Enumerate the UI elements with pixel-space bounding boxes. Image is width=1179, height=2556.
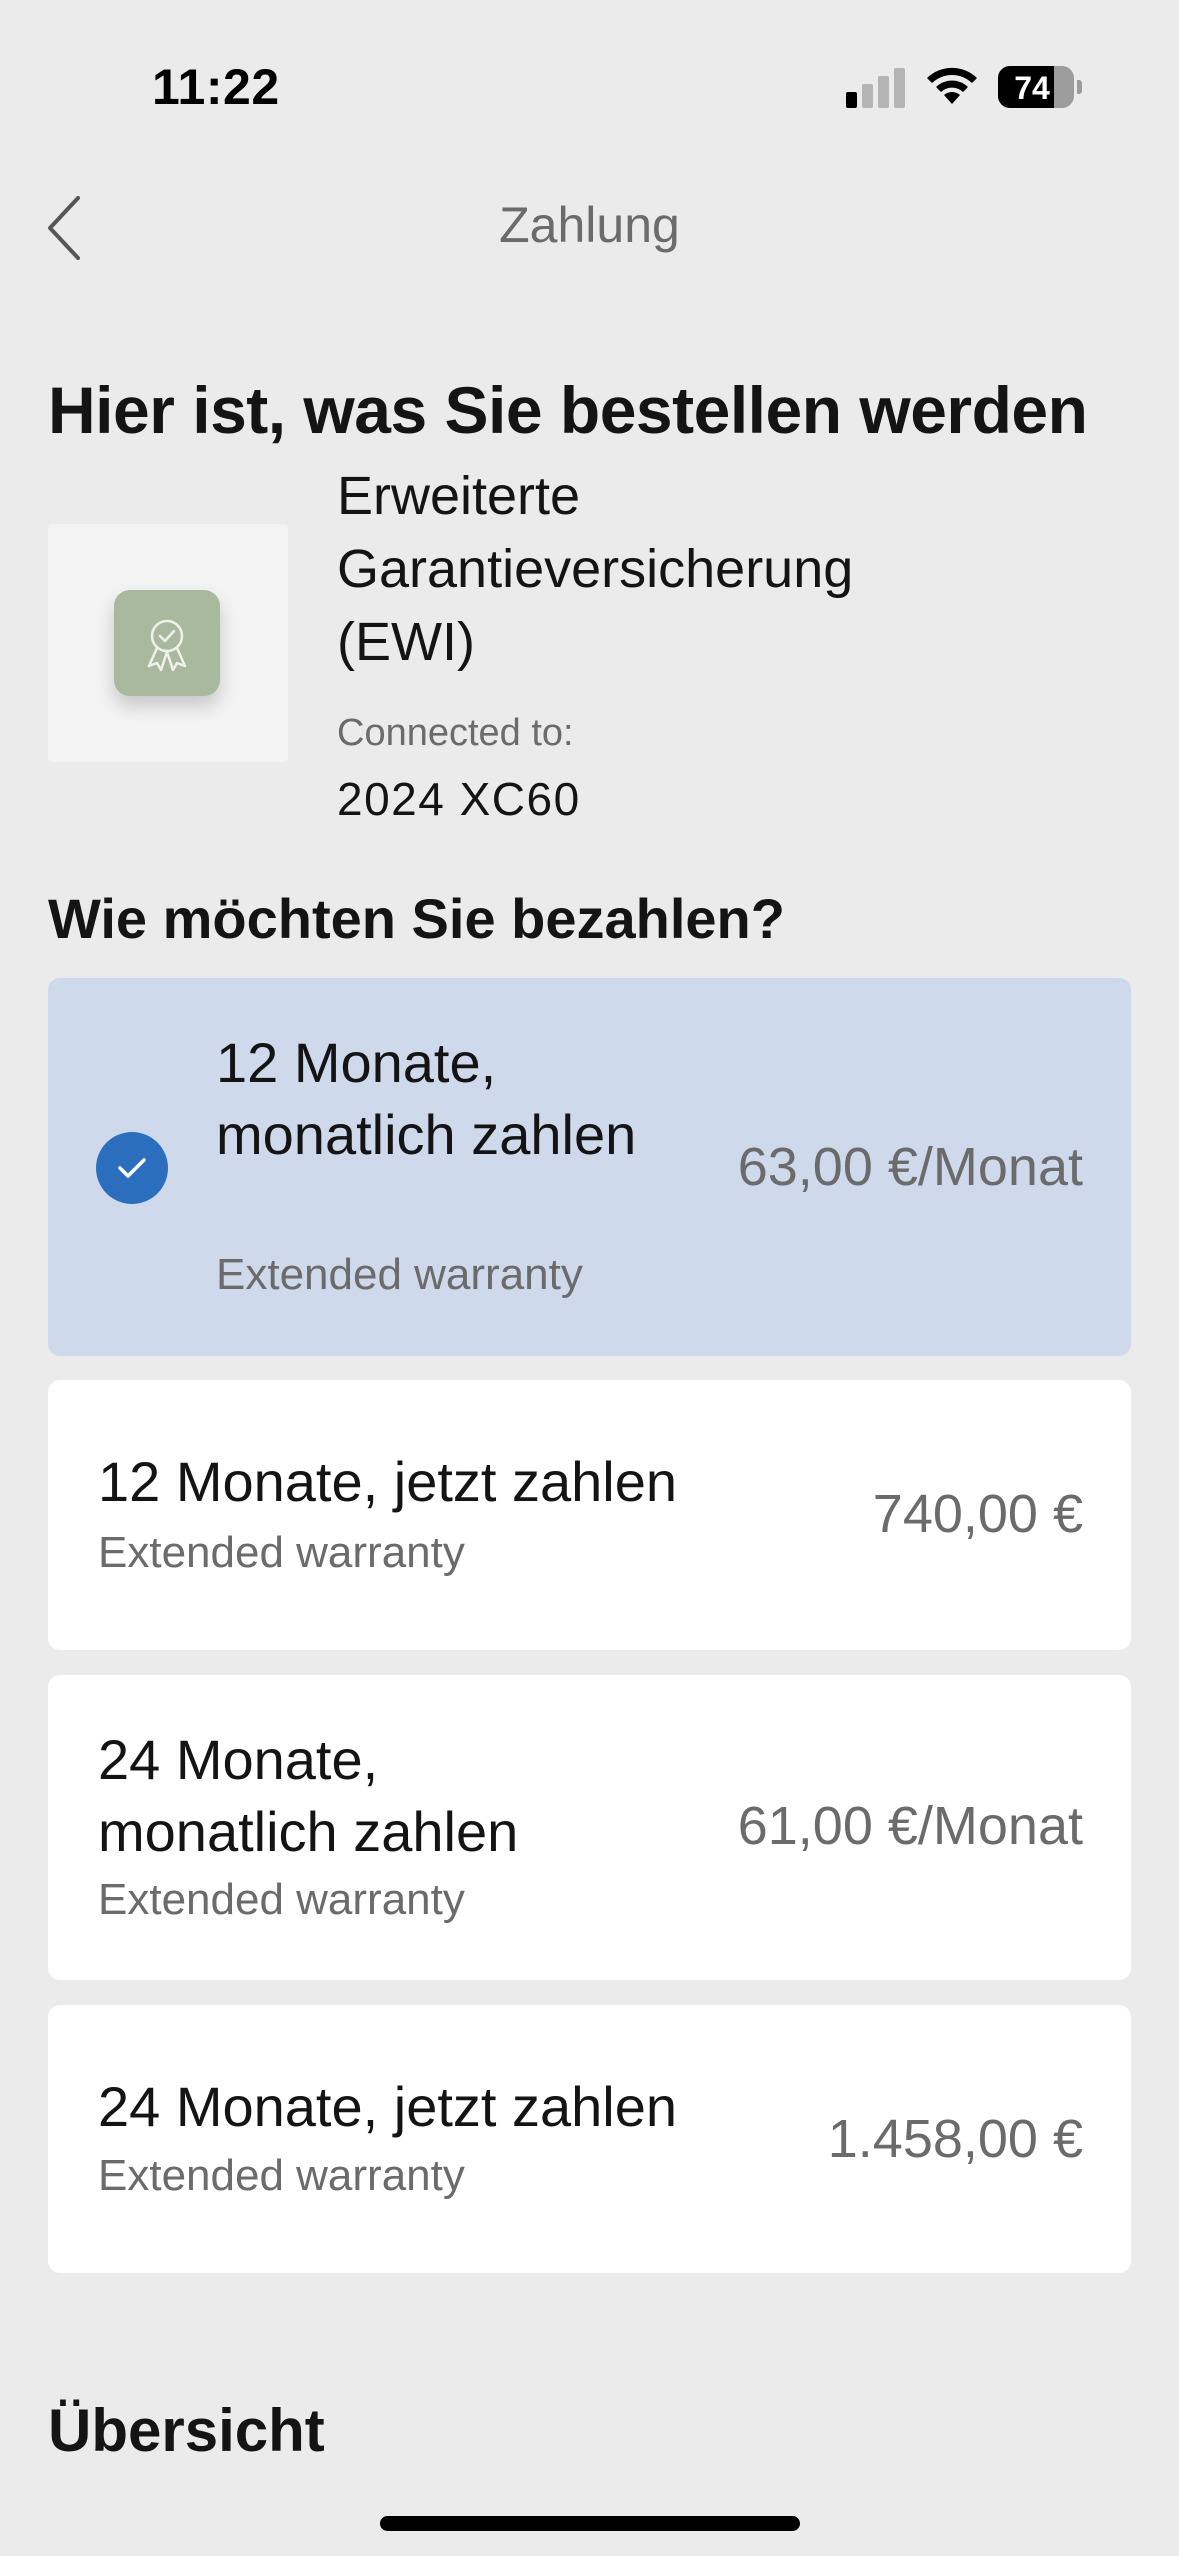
option-title: 24 Monate, monatlich zahlen (98, 1728, 519, 1863)
payment-option-12-monthly[interactable]: 12 Monate, monatlich zahlen Extended war… (48, 978, 1131, 1356)
product-badge (114, 590, 220, 696)
radio-selected[interactable] (96, 1132, 168, 1204)
connected-vehicle: 2024 XC60 (337, 773, 581, 825)
connected-label: Connected to: (337, 712, 574, 754)
option-price: 740,00 € (872, 1484, 1083, 1544)
payment-screen: 11:22 74 Zahlung Hier ist, was Sie beste… (0, 0, 1179, 2556)
page-title: Hier ist, was Sie bestellen werden (48, 373, 1088, 447)
option-subtitle: Extended warranty (216, 1250, 583, 1299)
option-title: 12 Monate, monatlich zahlen (216, 1031, 637, 1166)
nav-title: Zahlung (499, 197, 680, 253)
payment-option-12-now[interactable]: 12 Monate, jetzt zahlen Extended warrant… (48, 1380, 1131, 1650)
payment-option-24-now[interactable]: 24 Monate, jetzt zahlen Extended warrant… (48, 2005, 1131, 2273)
home-indicator[interactable] (380, 2516, 800, 2531)
status-time: 11:22 (152, 59, 280, 115)
product-thumbnail (48, 524, 288, 762)
checkmark-icon (118, 1158, 146, 1178)
option-price: 61,00 €/Monat (737, 1796, 1083, 1856)
option-price: 63,00 €/Monat (737, 1137, 1083, 1197)
payment-section-title: Wie möchten Sie bezahlen? (48, 887, 785, 950)
option-subtitle: Extended warranty (98, 1528, 465, 1577)
option-title: 12 Monate, jetzt zahlen (98, 1450, 678, 1513)
payment-option-24-monthly[interactable]: 24 Monate, monatlich zahlen Extended war… (48, 1675, 1131, 1980)
option-subtitle: Extended warranty (98, 2151, 465, 2200)
option-subtitle: Extended warranty (98, 1875, 465, 1924)
option-price: 1.458,00 € (827, 2109, 1083, 2169)
battery-tip (1077, 80, 1082, 94)
battery-level: 74 (1014, 70, 1050, 106)
signal-icon (846, 66, 906, 108)
overview-title: Übersicht (48, 2397, 325, 2464)
award-ribbon-icon (147, 619, 187, 672)
wifi-icon (927, 67, 977, 104)
option-title: 24 Monate, jetzt zahlen (98, 2075, 678, 2138)
product-name: Erweiterte Garantieversicherung (EWI) (337, 466, 854, 672)
battery-icon: 74 (998, 66, 1074, 108)
